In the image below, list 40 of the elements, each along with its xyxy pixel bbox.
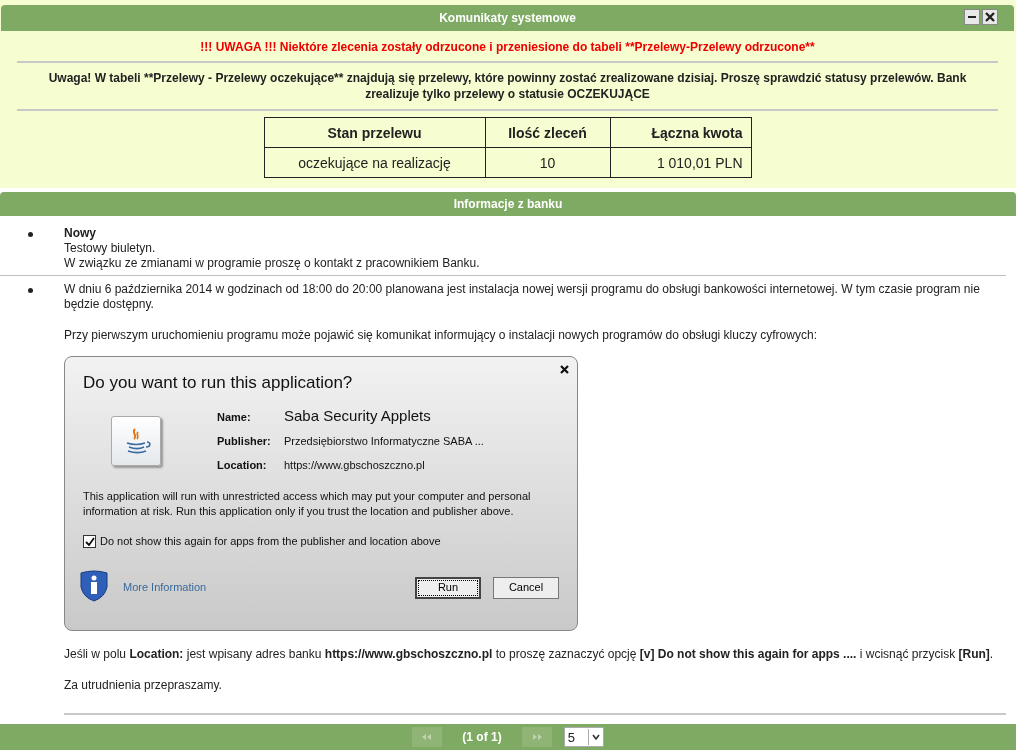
shield-info-icon <box>79 569 109 602</box>
column-header: Ilość zleceń <box>485 117 610 148</box>
dialog-title: Do you want to run this application? <box>83 375 354 390</box>
checkbox[interactable] <box>83 535 96 548</box>
notice-message: Uwaga! W tabeli **Przelewy - Przelewy oczekujące** znajdują się przelewy, które powinny zostać zrealizowane dzisiaj. Proszę sprawdzić statusy przelewów. Bank zrealizuje tylko przelewy o statusie OCZEKUJĄCE <box>47 70 968 103</box>
column-header: Stan przelewu <box>264 117 485 148</box>
dialog-button[interactable]: Run <box>415 576 481 599</box>
close-icon <box>560 365 569 374</box>
panel-title: Informacje z banku <box>453 197 563 211</box>
bullet <box>28 288 33 293</box>
paragraph: Przy pierwszym uruchomieniu programu może pojawić się komunikat informujący o instalacji nowych programów do obsługi kluczy cyfrowych: <box>64 328 818 343</box>
alert-message: !!! UWAGA !!! Niektóre zlecenia zostały odrzucone i przeniesione do tabeli **Przelewy-Przelewy odrzucone** <box>199 39 816 56</box>
warning-text: This application will run with unrestricted access which may put your computer and personal information at risk. Run this application only if you trust the location and publisher above. <box>83 489 532 519</box>
close-icon <box>985 12 995 22</box>
column-header: Łączna kwota <box>610 117 751 148</box>
field-label: Publisher: <box>217 434 272 449</box>
checkbox-label: Do not show this again for apps from the publisher and location above <box>100 534 441 549</box>
more-information-link[interactable]: More Information <box>123 580 403 595</box>
check-icon <box>84 537 95 546</box>
paragraph: Za utrudnienia przepraszamy. <box>64 678 223 693</box>
paragraph: Jeśli w polu Location: jest wpisany adres banku https://www.gbschoszczno.pl to proszę zaznaczyć opcję [v] Do not show this again for apps .... i wcisnąć przycisk [Run]. <box>64 647 995 662</box>
field-value: https://www.gbschoszczno.pl <box>284 458 426 473</box>
paragraph: W dniu 6 października 2014 w godzinach od 18:00 do 20:00 planowana jest instalacja nowej wersji programu do obsługi bankowości internetowej. W tym czasie program nie będzie dostępny. <box>64 282 981 312</box>
field-value: Przedsiębiorstwo Informatyczne SABA ... <box>284 434 484 449</box>
field-label: Location: <box>217 458 268 473</box>
bulletin-text: Testowy biuletyn. <box>64 241 157 256</box>
table-cell: oczekujące na realizację <box>264 147 485 178</box>
panel-title: Komunikaty systemowe <box>439 11 576 25</box>
dialog-button[interactable]: Cancel <box>493 576 559 599</box>
page-size-select[interactable]: 5 <box>563 727 604 747</box>
page-indicator: (1 of 1) <box>462 730 502 744</box>
bullet <box>28 232 33 237</box>
bulletin-heading: Nowy <box>64 226 97 241</box>
bulletin-text: W związku ze zmianami w programie proszę o kontakt z pracownikiem Banku. <box>64 256 481 271</box>
table-cell: 10 <box>485 147 610 178</box>
minimize-button[interactable] <box>964 9 980 25</box>
field-value: Saba Security Applets <box>284 408 432 423</box>
field-label: Name: <box>217 410 252 425</box>
table-cell: 1 010,01 PLN <box>610 147 751 178</box>
close-button[interactable] <box>982 9 998 25</box>
